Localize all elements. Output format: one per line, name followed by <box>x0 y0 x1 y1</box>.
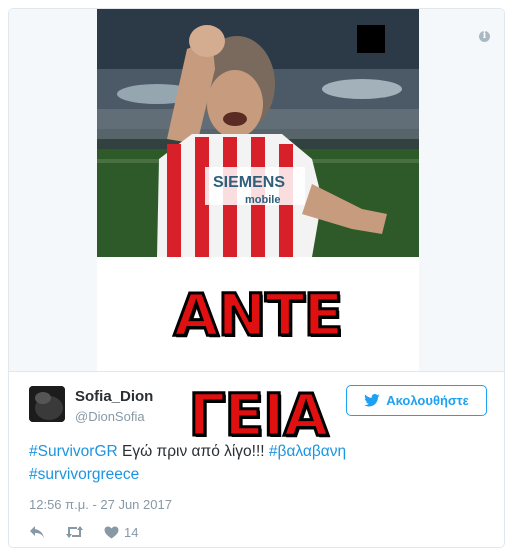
hashtag-link[interactable]: #SurvivorGR <box>29 443 118 460</box>
retweet-button[interactable] <box>65 525 84 539</box>
tweet-text: #SurvivorGR Εγώ πριν από λίγο!!! #βαλαβα… <box>29 440 469 486</box>
retweet-icon <box>66 526 83 538</box>
follow-button-label: Ακολουθήστε <box>386 393 469 408</box>
meme-photo: SIEMENS mobile <box>97 9 419 257</box>
heart-icon <box>104 525 119 539</box>
avatar-image <box>29 386 65 422</box>
tweet-body: Εγώ πριν από λίγο!!! <box>117 443 269 460</box>
jersey-sponsor-text: SIEMENS <box>213 174 285 191</box>
display-name[interactable]: Sofia_Dion <box>75 388 153 405</box>
hashtag-link[interactable]: #βαλαβανη <box>269 443 346 460</box>
jersey-sponsor-subtext: mobile <box>245 194 280 206</box>
hashtag-link[interactable]: #survivorgreece <box>29 466 139 483</box>
info-icon[interactable]: i <box>479 31 490 42</box>
like-button[interactable]: 14 <box>104 525 138 540</box>
like-count: 14 <box>124 524 139 540</box>
avatar[interactable] <box>29 386 65 422</box>
media-container[interactable]: i SIEMENS mobile ΑΝΤΕ ΓΕΙΑ <box>9 9 504 451</box>
tweet-actions: 14 <box>29 523 158 541</box>
reply-icon <box>30 526 44 538</box>
user-handle[interactable]: @DionSofia <box>75 409 145 424</box>
tweet-footer: Sofia_Dion @DionSofia Ακολουθήστε #Survi… <box>9 372 504 547</box>
reply-button[interactable] <box>29 525 45 539</box>
tweet-card: i SIEMENS mobile ΑΝΤΕ ΓΕΙΑ Sofia_Dion @D… <box>8 8 505 548</box>
meme-caption: ΑΝΤΕ ΓΕΙΑ <box>172 280 345 451</box>
stadium-scene: SIEMENS mobile <box>97 9 419 257</box>
meme-image[interactable]: SIEMENS mobile ΑΝΤΕ ΓΕΙΑ <box>97 9 419 451</box>
timestamp[interactable]: 12:56 π.μ. - 27 Jun 2017 <box>29 497 172 512</box>
follow-button[interactable]: Ακολουθήστε <box>346 385 487 416</box>
bird-icon <box>364 394 380 407</box>
